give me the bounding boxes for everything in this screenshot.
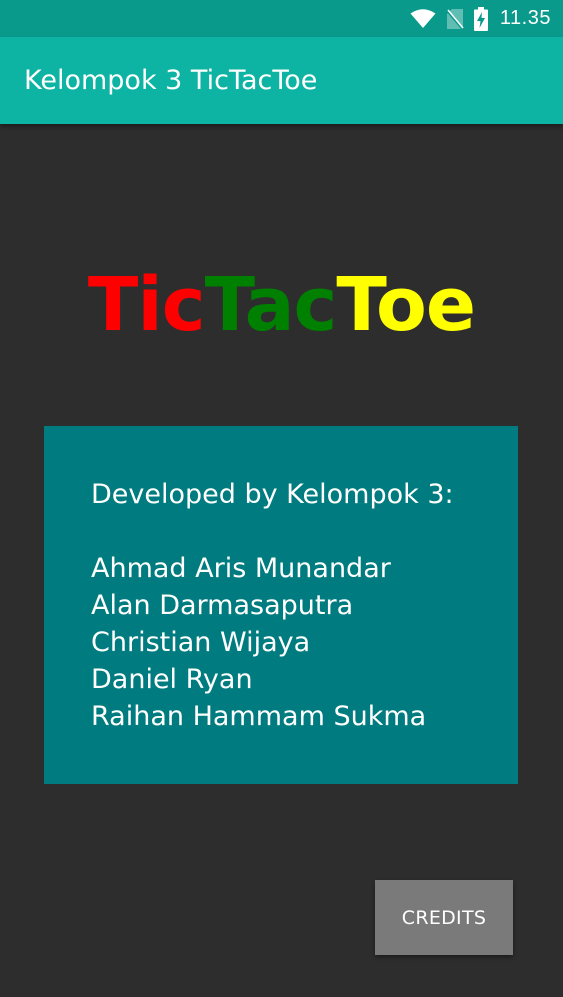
status-bar: 11.35 bbox=[0, 0, 563, 37]
status-icons: 11.35 bbox=[410, 0, 551, 37]
member-item: Alan Darmasaputra bbox=[91, 590, 354, 621]
app-bar: Kelompok 3 TicTacToe bbox=[0, 37, 563, 124]
wifi-icon bbox=[410, 8, 436, 29]
battery-charging-icon bbox=[473, 6, 488, 31]
logo-tic: Tic bbox=[87, 262, 206, 348]
tictactoe-logo: TicTacToe bbox=[0, 262, 563, 348]
credits-heading: Developed by Kelompok 3: bbox=[91, 479, 454, 510]
member-item: Raihan Hammam Sukma bbox=[91, 701, 427, 732]
logo-toe: Toe bbox=[336, 262, 476, 348]
member-item: Ahmad Aris Munandar bbox=[91, 553, 391, 584]
member-list: Ahmad Aris Munandar Alan Darmasaputra Ch… bbox=[91, 550, 518, 735]
member-item: Christian Wijaya bbox=[91, 627, 311, 658]
credits-button[interactable]: CREDITS bbox=[375, 880, 513, 955]
app-title: Kelompok 3 TicTacToe bbox=[24, 65, 318, 96]
credits-card: Developed by Kelompok 3: Ahmad Aris Muna… bbox=[44, 426, 518, 784]
status-time: 11.35 bbox=[499, 7, 551, 29]
no-sim-icon bbox=[445, 8, 464, 30]
member-item: Daniel Ryan bbox=[91, 664, 253, 695]
logo-tac: Tac bbox=[204, 262, 338, 348]
